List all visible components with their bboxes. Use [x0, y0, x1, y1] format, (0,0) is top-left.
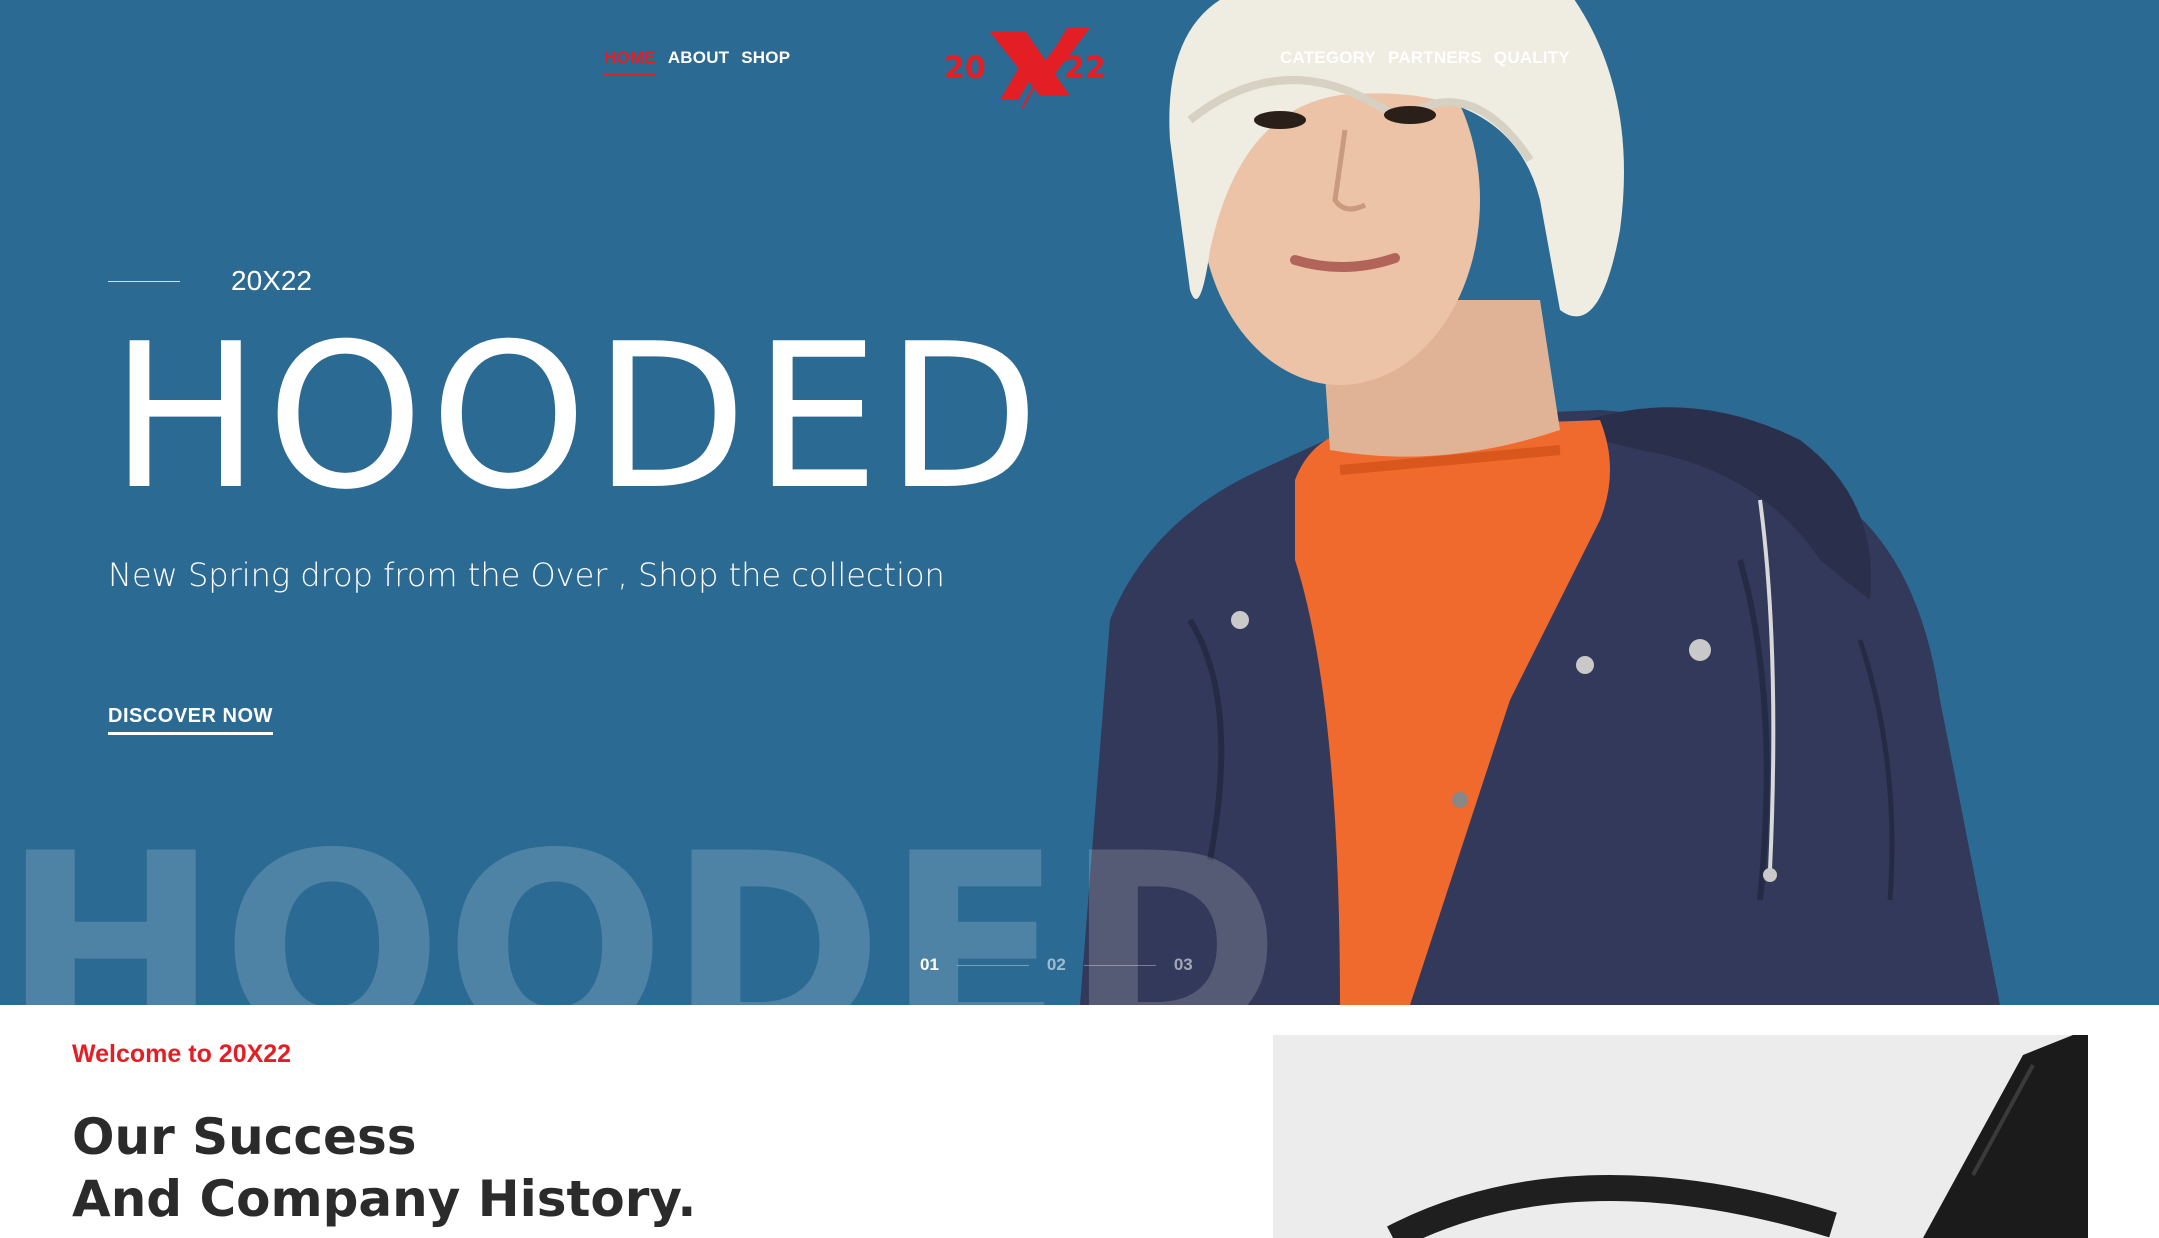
hero-slider-pagination: 01 02 03 [920, 955, 1193, 975]
about-title-line-2: And Company History. [72, 1170, 697, 1228]
slide-separator [1083, 964, 1156, 966]
nav-right: CATEGORY PARTNERS QUALITY [1280, 48, 1570, 74]
about-title: Our Success And Company History. [72, 1106, 696, 1230]
slide-indicator-1[interactable]: 01 [920, 955, 939, 975]
slide-separator [956, 964, 1029, 966]
hero-subtitle: New Spring drop from the Over , Shop the… [108, 556, 945, 594]
nav-about[interactable]: ABOUT [668, 48, 729, 76]
nav-home[interactable]: HOME [604, 48, 656, 76]
nav-quality[interactable]: QUALITY [1494, 48, 1570, 74]
logo-right-digits: 22 [1064, 51, 1106, 86]
slide-indicator-3[interactable]: 03 [1174, 955, 1193, 975]
brand-logo[interactable]: 20 22 [942, 26, 1118, 110]
welcome-label: Welcome to 20X22 [72, 1040, 292, 1068]
nav-category[interactable]: CATEGORY [1280, 48, 1376, 74]
hero-kicker: 20X22 [231, 265, 312, 296]
about-title-line-1: Our Success [72, 1108, 417, 1166]
nav-left: HOME ABOUT SHOP [604, 48, 790, 76]
discover-now-button[interactable]: DISCOVER NOW [108, 705, 273, 735]
hero-section: HOME ABOUT SHOP 20 22 CATEGORY PARTNERS … [0, 0, 2159, 1005]
hero-ghost-text: HOODED [2, 799, 1283, 1005]
hero-headline: HOODED [110, 301, 1046, 534]
kicker-divider [108, 281, 180, 282]
logo-left-digits: 20 [944, 51, 986, 86]
slide-indicator-2[interactable]: 02 [1047, 955, 1066, 975]
nav-shop[interactable]: SHOP [741, 48, 790, 76]
nav-partners[interactable]: PARTNERS [1388, 48, 1482, 74]
product-image [1273, 1035, 2088, 1238]
bag-illustration [1387, 1035, 2088, 1238]
